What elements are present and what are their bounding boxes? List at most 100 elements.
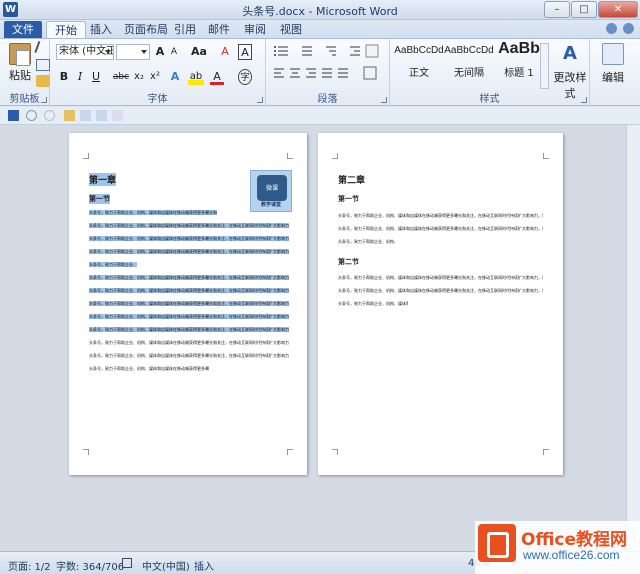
watermark-title: Office教程网 <box>521 530 628 550</box>
paragraph-line: 头条号，致力于帮助企业、机构、媒体和自媒体在移动端获得更多曝光和关注，在移动互联… <box>89 210 217 215</box>
style-name: 标题 1 <box>504 68 534 79</box>
chevron-down-icon <box>141 50 147 54</box>
tab-file[interactable]: 文件 <box>4 21 42 38</box>
tab-references[interactable]: 引用 <box>166 21 204 38</box>
logo-icon: 微课 <box>257 175 287 201</box>
style-sample: AaBbCcDd <box>394 45 444 56</box>
page-1[interactable]: 第一章 第一节 头条号，致力于帮助企业、机构、媒体和自媒体在移动端获得更多曝光和… <box>69 133 307 475</box>
font-name-select[interactable]: 宋体 (中文正文) <box>56 44 114 60</box>
font-size-select[interactable] <box>116 44 150 60</box>
document-area: 第一章 第一节 头条号，致力于帮助企业、机构、媒体和自媒体在移动端获得更多曝光和… <box>0 125 640 551</box>
enclose-char-button[interactable]: 字 <box>238 69 252 85</box>
clipboard-group: 粘贴 剪贴板 <box>0 39 52 106</box>
paragraph-group: 段落 <box>266 39 390 106</box>
paragraph-line: 头条号，致力于帮助企业、机构、媒体和自媒体在移动端获得更多曝光和关注，在移动互联… <box>89 249 289 254</box>
redo-icon[interactable] <box>44 110 55 121</box>
section-heading: 第二节 <box>338 257 359 266</box>
styles-group-label: 样式 <box>479 94 500 105</box>
paste-icon <box>9 43 31 66</box>
italic-button[interactable]: I <box>74 69 86 85</box>
insert-mode[interactable]: 插入 <box>194 558 214 573</box>
proofing-icon[interactable] <box>122 558 132 568</box>
paragraph-line: 头条号，致力于帮助企业、机构、媒体和自媒体在移动端获得更多曝光和关注，在移动互联… <box>89 301 289 306</box>
style-sample: AaBb <box>498 40 540 57</box>
clipboard-launcher-icon[interactable] <box>41 97 47 103</box>
tab-view[interactable]: 视图 <box>272 21 310 38</box>
styles-group: AaBbCcDd 正文 AaBbCcDd 无间隔 AaBb 标题 1 A 更改样… <box>390 39 590 106</box>
tab-insert[interactable]: 插入 <box>82 21 120 38</box>
customize-qat-icon[interactable] <box>112 110 123 121</box>
highlight-button[interactable]: ab <box>188 69 204 85</box>
margin-corner <box>332 449 338 455</box>
change-styles-icon: A <box>563 43 577 64</box>
tab-home[interactable]: 开始 <box>46 21 86 38</box>
bold-button[interactable]: B <box>58 69 70 85</box>
char-border-button[interactable]: A <box>238 44 252 60</box>
text-effects-button[interactable]: A <box>168 69 182 85</box>
print-preview-icon[interactable] <box>80 110 91 121</box>
editing-label: 编辑 <box>602 71 624 84</box>
change-case-button[interactable]: Aa <box>190 44 208 60</box>
title-bar: W 头条号.docx - Microsoft Word – □ ✕ <box>0 0 640 20</box>
open-icon[interactable] <box>64 110 75 121</box>
subscript-button[interactable]: x₂ <box>132 69 146 85</box>
margin-corner <box>543 153 549 159</box>
vertical-scrollbar[interactable] <box>626 125 640 551</box>
image-logo[interactable]: 微课 教学课堂 <box>250 170 292 212</box>
chapter-heading: 第二章 <box>338 176 366 186</box>
save-icon[interactable] <box>8 110 19 121</box>
word-count[interactable]: 字数: 364/706 <box>56 558 124 573</box>
close-button[interactable]: ✕ <box>598 1 638 18</box>
tab-review[interactable]: 审阅 <box>236 21 274 38</box>
paragraph-controls <box>274 44 379 80</box>
paste-button[interactable]: 粘贴 <box>6 41 34 89</box>
shrink-font-button[interactable]: A <box>168 44 180 60</box>
style-normal[interactable]: AaBbCcDd 正文 <box>394 39 444 85</box>
margin-corner <box>83 449 89 455</box>
underline-button[interactable]: U <box>90 69 102 85</box>
maximize-button[interactable]: □ <box>571 1 597 18</box>
paragraph-launcher-icon[interactable] <box>381 97 387 103</box>
grow-font-button[interactable]: A <box>154 44 166 60</box>
ribbon-minimize-icon[interactable] <box>606 23 617 34</box>
tab-mailings[interactable]: 邮件 <box>200 21 238 38</box>
help-area <box>606 23 634 34</box>
paragraph-line: 头条号，致力于帮助企业、机构、媒体和自媒体在移动端获得更多曝光和关注，在移动互联… <box>338 301 408 306</box>
superscript-button[interactable]: x² <box>148 69 162 85</box>
language[interactable]: 中文(中国) <box>142 558 190 573</box>
logo-caption: 教学课堂 <box>260 202 281 208</box>
paragraph-line: 头条号，致力于帮助企业、机构、媒体和自媒体在移动端获得更多曝光和关注，在移动互联… <box>89 288 289 293</box>
page-2[interactable]: 第二章 第一节 头条号，致力于帮助企业、机构、媒体和自媒体在移动端获得更多曝光和… <box>318 133 563 475</box>
chapter-heading: 第一章 <box>89 173 117 186</box>
section-heading: 第一节 <box>338 194 359 203</box>
style-name: 正文 <box>409 68 429 79</box>
paragraph-line: 头条号，致力于帮助企业、机构、媒体和自媒体在移动端获得更多曝光和关注，在移动互联… <box>338 213 543 218</box>
margin-corner <box>287 153 293 159</box>
strikethrough-button[interactable]: abc <box>112 69 130 85</box>
paragraph-line: 头条号，致力于帮助企业、机构、媒体和自媒体在移动端获得更多曝光和关注，在移动互联… <box>89 275 289 280</box>
font-color-button[interactable]: A <box>210 69 224 85</box>
paragraph-line: 头条号，致力于帮助企业、机构、媒体和自媒体在移动端获得更多曝光和关注，在移动互联… <box>89 366 209 371</box>
page-count[interactable]: 页面: 1/2 <box>8 558 51 573</box>
paragraph-line: 头条号，致力于帮助企业、机构、媒体和自媒体在移动端获得更多曝光和关注，在移动互联… <box>338 288 543 293</box>
font-launcher-icon[interactable] <box>257 97 263 103</box>
paragraph-line: 头条号，致力于帮助企业、机构、媒体和自媒体在移动端获得更多曝光和关注，在移动互联… <box>89 223 289 228</box>
styles-scroll[interactable] <box>540 43 549 89</box>
copy-icon[interactable] <box>36 59 50 71</box>
minimize-button[interactable]: – <box>544 1 570 18</box>
clear-format-button[interactable]: A <box>218 44 232 60</box>
find-icon <box>602 43 624 65</box>
office-logo-icon <box>478 524 516 562</box>
quick-print-icon[interactable] <box>96 110 107 121</box>
style-no-spacing[interactable]: AaBbCcDd 无间隔 <box>444 39 494 85</box>
style-heading-1[interactable]: AaBb 标题 1 <box>494 39 544 85</box>
margin-corner <box>83 153 89 159</box>
editing-button[interactable]: 编辑 <box>594 41 632 85</box>
styles-launcher-icon[interactable] <box>581 97 587 103</box>
margin-corner <box>332 153 338 159</box>
paragraph-line: 头条号，致力于帮助企业、机构、媒体和自媒体在移动端获得更多曝光和关注，在移动互联… <box>338 275 543 280</box>
undo-icon[interactable] <box>26 110 37 121</box>
format-painter-icon[interactable] <box>36 75 50 87</box>
help-icon[interactable] <box>623 23 634 34</box>
ribbon-tabs: 文件 开始 插入 页面布局 引用 邮件 审阅 视图 <box>0 20 640 38</box>
